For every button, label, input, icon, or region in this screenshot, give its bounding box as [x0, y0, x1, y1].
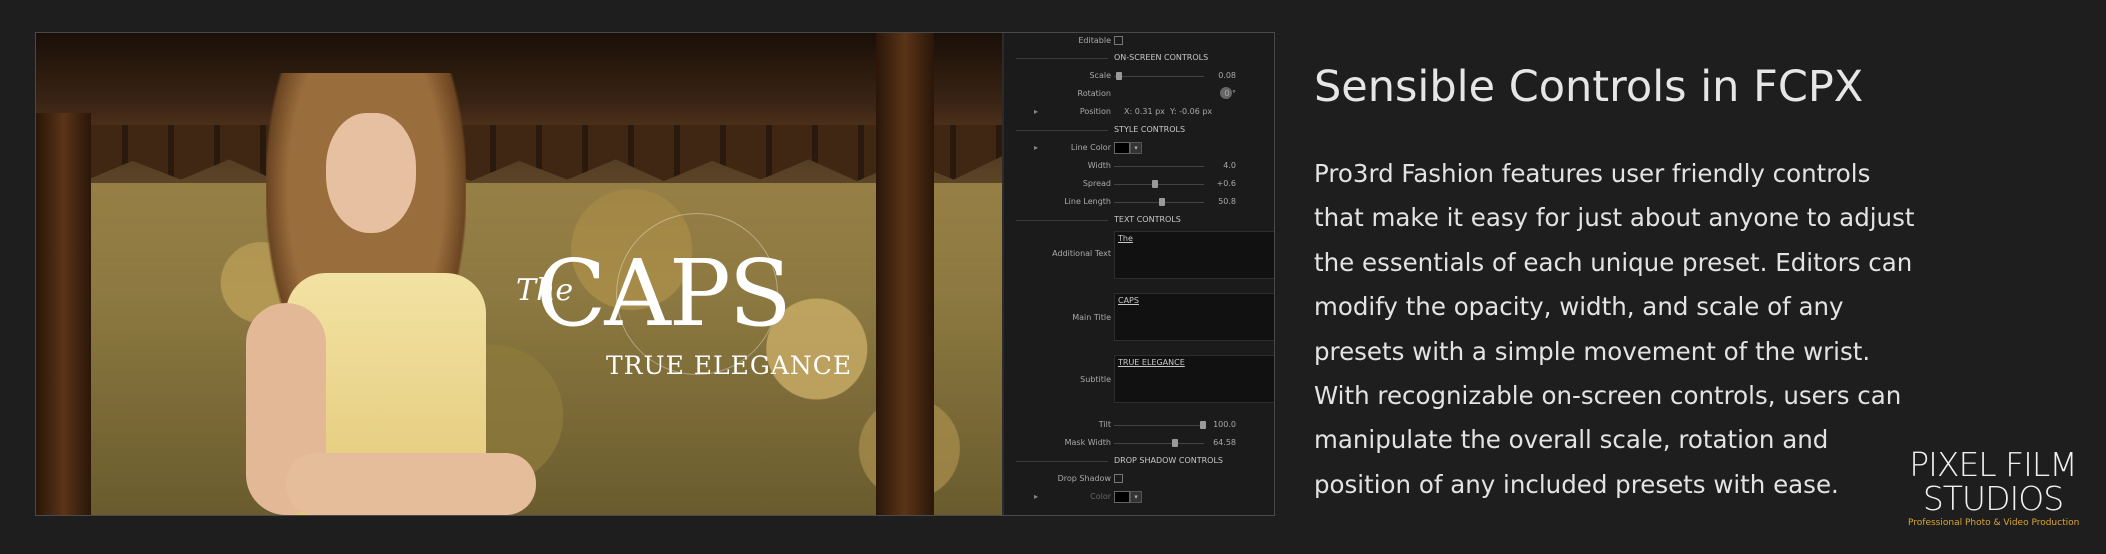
width-slider[interactable] — [1114, 166, 1204, 167]
title-main: CAPS — [536, 240, 792, 347]
scale-slider-knob[interactable] — [1116, 72, 1122, 80]
brand-logo: PIXEL FILM STUDIOS Professional Photo & … — [1908, 445, 2080, 529]
subtitle-field[interactable]: TRUE ELEGANCE — [1114, 355, 1274, 403]
autumn-trees — [76, 183, 1002, 515]
tilt-slider-knob[interactable] — [1200, 421, 1206, 429]
brand-tagline: Professional Photo & Video Production — [1908, 518, 2080, 528]
spread-slider[interactable] — [1114, 184, 1204, 185]
position-row: ▸ Position X: 0.31 px Y: -0.06 px — [1034, 107, 1213, 116]
editable-checkbox[interactable] — [1114, 36, 1123, 45]
description-line: With recognizable on-screen controls, us… — [1314, 381, 1902, 411]
disclosure-triangle-icon[interactable]: ▸ — [1034, 492, 1038, 501]
chevron-down-icon[interactable]: ▾ — [1130, 142, 1142, 154]
main-title-field[interactable]: CAPS — [1114, 293, 1274, 341]
scale-slider[interactable] — [1114, 76, 1204, 77]
porch-post-left — [36, 113, 91, 515]
shadow-color-swatch[interactable] — [1114, 491, 1130, 503]
disclosure-triangle-icon[interactable]: ▸ — [1034, 107, 1038, 116]
description-line: the essentials of each unique preset. Ed… — [1314, 247, 1913, 277]
description-line: presets with a simple movement of the wr… — [1314, 336, 1871, 366]
drop-shadow-checkbox[interactable] — [1114, 474, 1123, 483]
line-length-row: Line Length 50.8 — [1064, 197, 1236, 206]
description-line: position of any included presets with ea… — [1314, 469, 1839, 499]
line-color-swatch[interactable] — [1114, 142, 1130, 154]
fcpx-screenshot: CAPS The TRUE ELEGANCE Editable ON-SCREE… — [35, 32, 1275, 516]
mask-width-row: Mask Width 64.58 — [1064, 438, 1236, 447]
brand-name-line2: STUDIOS — [1922, 479, 2064, 518]
line-length-slider-knob[interactable] — [1159, 198, 1165, 206]
tilt-row: Tilt 100.0 — [1098, 420, 1236, 429]
disclosure-triangle-icon[interactable]: ▸ — [1034, 143, 1038, 152]
line-color-row: ▸ Line Color ▾ — [1004, 140, 1274, 156]
inspector-panel: Editable ON-SCREEN CONTROLS Scale 0.08 R… — [1002, 33, 1274, 515]
shadow-color-row: ▸ Color ▾ — [1004, 489, 1274, 505]
text-controls-header[interactable]: TEXT CONTROLS — [1004, 212, 1274, 228]
drop-shadow-controls-header[interactable]: DROP SHADOW CONTROLS — [1004, 453, 1274, 469]
spread-slider-knob[interactable] — [1152, 180, 1158, 188]
description-line: that make it easy for just about anyone … — [1314, 203, 1915, 233]
main-title-label: Main Title — [1072, 313, 1111, 322]
style-controls-header[interactable]: STYLE CONTROLS — [1004, 122, 1274, 138]
porch-post-right — [876, 33, 934, 515]
chevron-down-icon[interactable]: ▾ — [1130, 491, 1142, 503]
model-figure — [226, 73, 536, 515]
section-title: Sensible Controls in FCPX — [1314, 62, 1864, 112]
title-subtitle: TRUE ELEGANCE — [606, 351, 853, 380]
description-line: Pro3rd Fashion features user friendly co… — [1314, 159, 1871, 188]
tilt-slider[interactable] — [1114, 425, 1204, 426]
description-paragraph: Pro3rd Fashion features user friendly co… — [1314, 152, 1994, 507]
drop-shadow-row: Drop Shadow — [1004, 471, 1274, 487]
subtitle-label: Subtitle — [1080, 375, 1111, 384]
additional-text-label: Additional Text — [1052, 249, 1111, 258]
width-row: Width 4.0 — [1087, 161, 1236, 170]
description-line: modify the opacity, width, and scale of … — [1314, 292, 1844, 322]
onscreen-controls-header[interactable]: ON-SCREEN CONTROLS — [1004, 50, 1274, 66]
spread-row: Spread +0.6 — [1082, 179, 1236, 188]
rotation-row: Rotation 0 ° — [1077, 87, 1236, 99]
title-the: The — [516, 273, 574, 308]
scale-row: Scale 0.08 — [1089, 71, 1236, 80]
brand-name-line1: PIXEL FILM — [1909, 445, 2078, 484]
editable-row: Editable — [1004, 33, 1274, 49]
video-preview: CAPS The TRUE ELEGANCE — [36, 33, 1002, 515]
mask-width-slider-knob[interactable] — [1172, 439, 1178, 447]
additional-text-field[interactable]: The — [1114, 231, 1274, 279]
description-line: manipulate the overall scale, rotation a… — [1314, 425, 1829, 455]
mask-width-slider[interactable] — [1114, 443, 1204, 444]
